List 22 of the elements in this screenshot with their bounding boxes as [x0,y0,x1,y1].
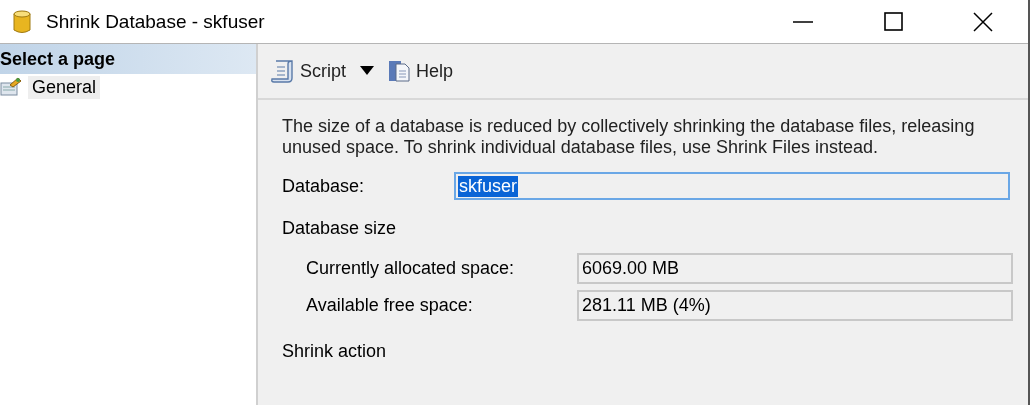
caret-icon[interactable] [360,66,374,76]
window-title: Shrink Database - skfuser [46,10,265,33]
field-label: Available free space: [306,295,474,316]
sidebar-item[interactable]: General [28,75,101,99]
script-button[interactable]: Script [270,58,346,84]
scroll-icon [270,58,296,84]
sidebar-header: Select a page [0,44,256,74]
description-text: The size of a database is reduced by collectively shrinking the database files, releasing unused space. To shrink individual database files, use Shrink Files instead. [282,116,976,158]
readonly-field: 6069.00 MB [577,253,1013,284]
section-heading: Database size [282,218,398,239]
section-heading: Shrink action [282,341,388,362]
close-icon [973,11,993,32]
database-label: Database: [282,175,366,197]
database-field[interactable]: skfuser [454,172,1010,200]
readonly-field: 281.11 MB (4%) [577,290,1013,321]
database-icon [12,8,32,35]
maximize-icon [883,12,903,31]
settings-page-icon [0,77,22,97]
document-icon [386,58,412,84]
field-label: Currently allocated space: [306,258,516,279]
help-button[interactable]: Help [386,58,454,84]
minimize-icon [793,20,813,23]
